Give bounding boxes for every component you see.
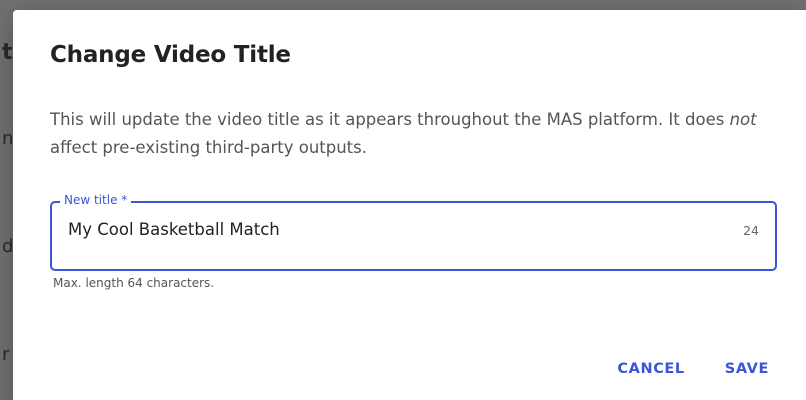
change-title-dialog: Change Video Title This will update the …: [13, 10, 806, 400]
dialog-title: Change Video Title: [50, 42, 291, 68]
background-text-fragment: r: [2, 344, 10, 365]
background-text-fragment: n: [2, 128, 14, 149]
description-text-end: affect pre-existing third-party outputs.: [50, 138, 367, 157]
new-title-field: New title * 24: [50, 191, 777, 271]
field-label: New title *: [60, 191, 132, 209]
background-text-fragment: t: [2, 40, 13, 65]
character-count: 24: [743, 223, 759, 238]
description-emphasis: not: [729, 110, 757, 129]
dialog-description: This will update the video title as it a…: [50, 106, 780, 162]
cancel-button[interactable]: CANCEL: [609, 355, 692, 383]
background-text-fragment: d: [2, 236, 14, 257]
description-text: This will update the video title as it a…: [50, 110, 730, 129]
title-input[interactable]: [68, 219, 688, 241]
helper-text: Max. length 64 characters.: [53, 276, 215, 290]
save-button[interactable]: SAVE: [717, 355, 777, 383]
dialog-actions: CANCEL SAVE: [609, 355, 777, 383]
